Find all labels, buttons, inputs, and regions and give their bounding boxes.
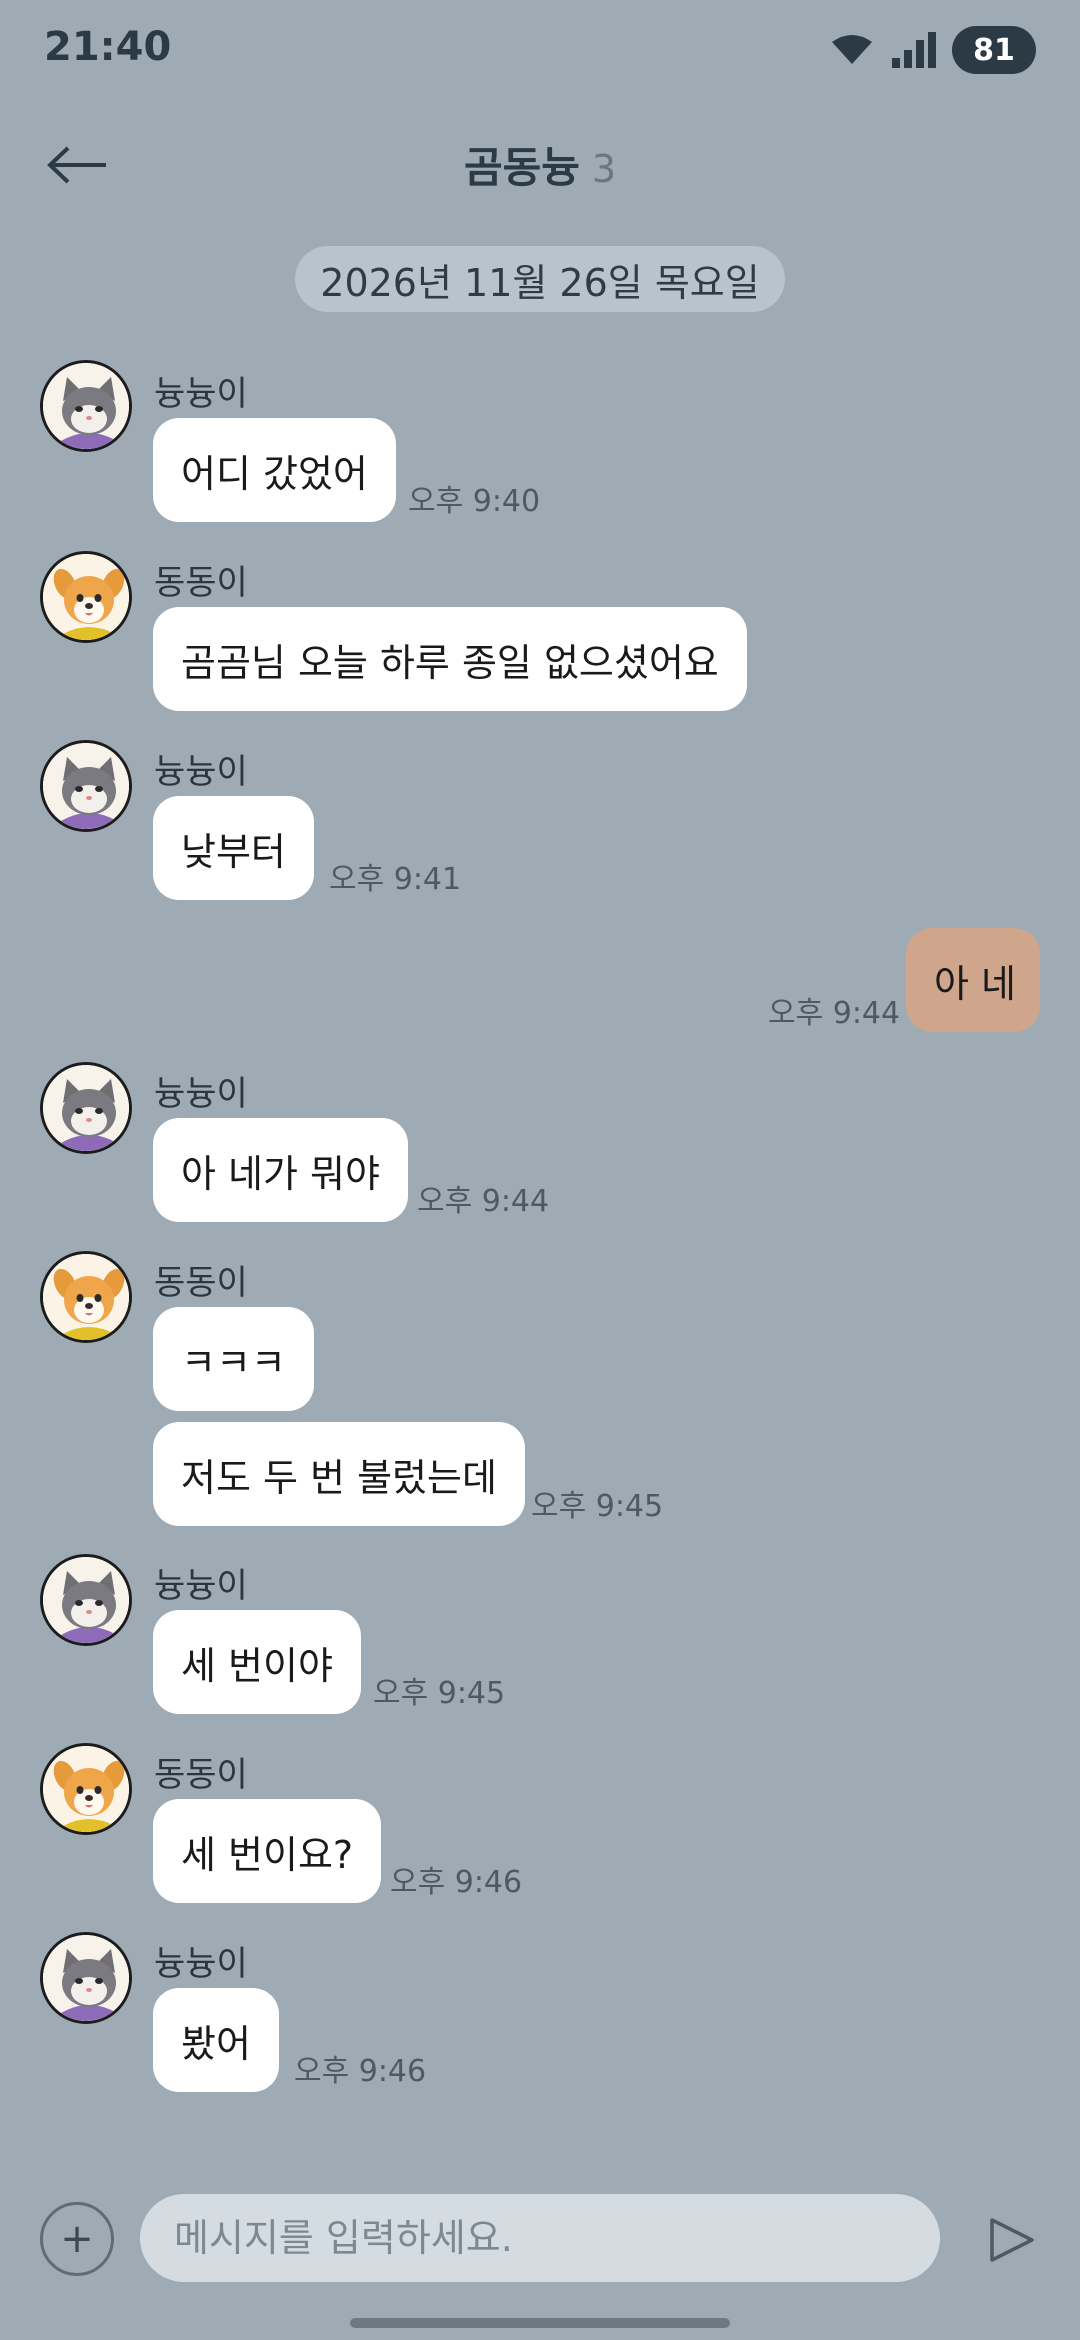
- chat-title-wrap: 곰동늉 3: [0, 134, 1080, 195]
- chat-header: 곰동늉 3: [0, 120, 1080, 210]
- dog-avatar-icon: [43, 554, 129, 640]
- message-time: 오후 9:41: [329, 862, 462, 897]
- sender-name: 동동이: [154, 563, 248, 603]
- message-input-bar: +: [0, 2190, 1080, 2290]
- sender-name: 늉늉이: [154, 1074, 248, 1114]
- sender-name: 늉늉이: [154, 752, 248, 792]
- message-time: 오후 9:40: [408, 484, 541, 519]
- status-bar: 21:40 81: [0, 0, 1080, 100]
- signal-icon: [892, 32, 936, 68]
- message-bubble[interactable]: 세 번이야: [153, 1610, 361, 1714]
- cat-avatar-icon: [43, 1557, 129, 1643]
- dog-avatar-icon: [43, 1254, 129, 1340]
- message-time: 오후 9:46: [294, 2054, 427, 2089]
- avatar[interactable]: [40, 1062, 132, 1154]
- message-input[interactable]: [140, 2194, 940, 2282]
- avatar[interactable]: [40, 1554, 132, 1646]
- message-time: 오후 9:44: [417, 1184, 550, 1219]
- avatar[interactable]: [40, 1932, 132, 2024]
- cat-avatar-icon: [43, 363, 129, 449]
- message-bubble[interactable]: 봤어: [153, 1988, 279, 2092]
- home-indicator[interactable]: [350, 2318, 730, 2328]
- sender-name: 동동이: [154, 1263, 248, 1303]
- avatar[interactable]: [40, 1251, 132, 1343]
- sender-name: 늉늉이: [154, 1566, 248, 1606]
- message-bubble[interactable]: ㅋㅋㅋ: [153, 1307, 314, 1411]
- battery-indicator: 81: [952, 26, 1036, 74]
- sender-name: 늉늉이: [154, 374, 248, 414]
- message-time: 오후 9:46: [390, 1865, 523, 1900]
- message-bubble[interactable]: 곰곰님 오늘 하루 종일 없으셨어요: [153, 607, 747, 711]
- cat-avatar-icon: [43, 1065, 129, 1151]
- message-bubble[interactable]: 세 번이요?: [153, 1799, 382, 1903]
- message-bubble[interactable]: 저도 두 번 불렀는데: [153, 1422, 525, 1526]
- send-icon[interactable]: [980, 2210, 1040, 2270]
- avatar[interactable]: [40, 551, 132, 643]
- sender-name: 늉늉이: [154, 1944, 248, 1984]
- message-bubble[interactable]: 낮부터: [153, 796, 314, 900]
- message-time: 오후 9:45: [531, 1489, 664, 1524]
- avatar[interactable]: [40, 1743, 132, 1835]
- my-message-bubble[interactable]: 아 네: [906, 928, 1040, 1032]
- date-separator: 2026년 11월 26일 목요일: [295, 246, 785, 312]
- avatar[interactable]: [40, 740, 132, 832]
- member-count: 3: [591, 147, 617, 191]
- dog-avatar-icon: [43, 1746, 129, 1832]
- cat-avatar-icon: [43, 743, 129, 829]
- avatar[interactable]: [40, 360, 132, 452]
- message-bubble[interactable]: 어디 갔었어: [153, 418, 396, 522]
- wifi-icon: [832, 35, 872, 64]
- message-time: 오후 9:44: [768, 996, 901, 1031]
- sender-name: 동동이: [154, 1755, 248, 1795]
- chat-title: 곰동늉: [463, 143, 580, 192]
- status-time: 21:40: [44, 24, 172, 70]
- cat-avatar-icon: [43, 1935, 129, 2021]
- message-time: 오후 9:45: [373, 1676, 506, 1711]
- message-bubble[interactable]: 아 네가 뭐야: [153, 1118, 408, 1222]
- plus-icon[interactable]: +: [40, 2202, 114, 2276]
